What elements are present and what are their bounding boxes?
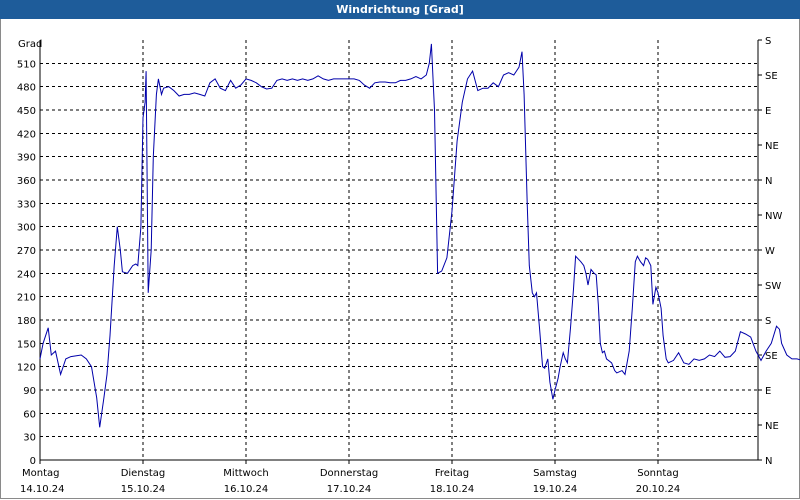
right-tick-label: SE [765, 351, 778, 362]
y-tick-label: 210 [17, 293, 36, 304]
y-axis-right-ticks: N NE E SE S SW W NW N NE E SE S [758, 36, 782, 467]
y-axis-label: Grad [18, 39, 42, 50]
y-tick-label: 0 [30, 456, 36, 467]
y-tick-label: 300 [17, 223, 36, 234]
y-tick-label: 270 [17, 246, 36, 257]
right-tick-label: SE [765, 71, 778, 82]
y-tick-label: 90 [23, 386, 36, 397]
x-tick-date: 15.10.24 [121, 484, 166, 495]
y-tick-label: 180 [17, 316, 36, 327]
x-tick-date: 14.10.24 [20, 484, 65, 495]
y-axis-left-ticks: 0 30 60 90 120 150 180 210 240 270 300 330 360 390 420… [17, 59, 36, 467]
x-tick-day: Freitag [435, 468, 469, 479]
x-tick-day: Montag [22, 468, 59, 479]
wind-direction-chart: 0 30 60 90 120 150 180 210 240 270 300 330 360 390 420… [17, 36, 800, 495]
y-tick-label: 420 [17, 129, 36, 140]
y-tick-label: 120 [17, 363, 36, 374]
x-tick-date: 17.10.24 [327, 484, 372, 495]
x-tick-day: Donnerstag [320, 468, 378, 479]
right-tick-label: NW [765, 211, 782, 222]
wind-direction-series-line [39, 43, 800, 428]
y-tick-label: 360 [17, 176, 36, 187]
y-tick-label: 30 [23, 433, 36, 444]
right-tick-label: NE [765, 141, 779, 152]
y-tick-label: 390 [17, 153, 36, 164]
x-tick-day: Dienstag [121, 468, 166, 479]
y-tick-label: 60 [23, 409, 36, 420]
x-tick-date: 18.10.24 [430, 484, 475, 495]
y-tick-label: 240 [17, 269, 36, 280]
series-layer [39, 43, 800, 428]
right-tick-label: S [765, 316, 771, 327]
x-axis-ticks: Montag 14.10.24 Dienstag 15.10.24 Mittwoch 16… [20, 460, 680, 495]
y-tick-label: 480 [17, 83, 36, 94]
right-tick-label: S [765, 36, 771, 47]
right-tick-label: NE [765, 421, 779, 432]
y-tick-label: 150 [17, 339, 36, 350]
y-tick-label: 330 [17, 199, 36, 210]
y-tick-label: 510 [17, 59, 36, 70]
right-tick-label: E [765, 106, 771, 117]
right-tick-label: W [765, 246, 775, 257]
x-tick-day: Mittwoch [223, 468, 268, 479]
right-tick-label: N [765, 176, 772, 187]
x-tick-date: 20.10.24 [636, 484, 681, 495]
x-tick-date: 19.10.24 [533, 484, 578, 495]
right-tick-label: N [765, 456, 772, 467]
right-tick-label: E [765, 386, 771, 397]
right-tick-label: SW [765, 281, 781, 292]
x-tick-day: Samstag [533, 468, 577, 479]
x-tick-date: 16.10.24 [224, 484, 269, 495]
y-tick-label: 450 [17, 106, 36, 117]
x-tick-day: Sonntag [637, 468, 679, 479]
